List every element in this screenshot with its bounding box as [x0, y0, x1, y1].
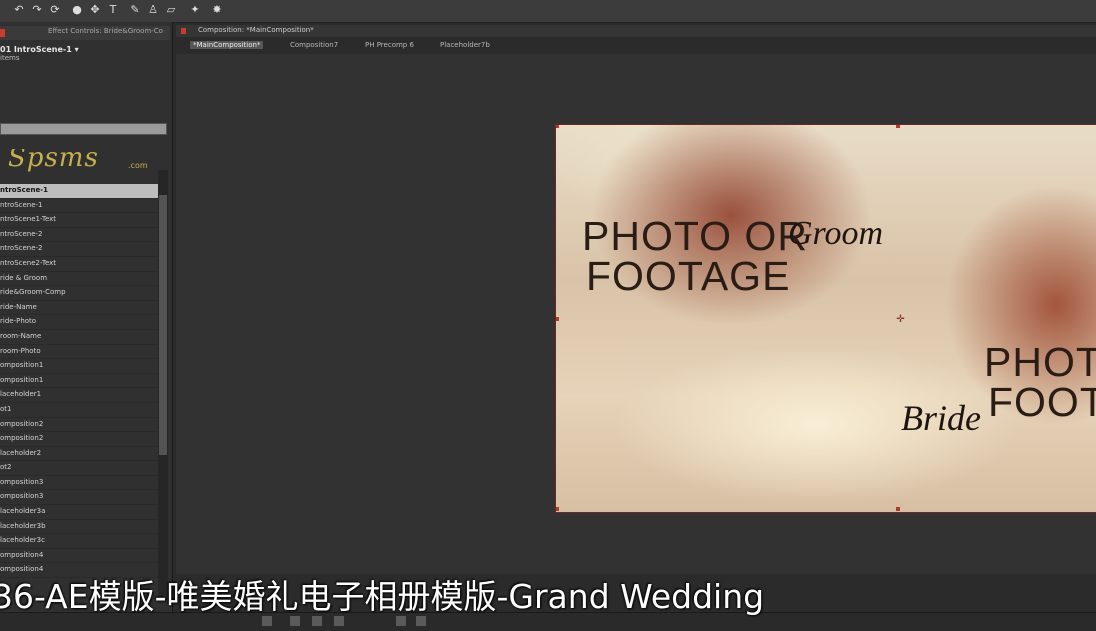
project-rows: ntroScene-1 ntroScene-1 ntroScene1-Text ntr… — [0, 184, 158, 579]
list-item[interactable]: laceholder2 — [0, 447, 158, 462]
list-item[interactable]: ntroScene-1 — [0, 184, 158, 199]
watermark-suffix: .com — [128, 161, 148, 170]
list-item[interactable]: ntroScene2-Text — [0, 257, 158, 272]
list-item[interactable]: ride&Groom-Comp — [0, 286, 158, 301]
close-icon[interactable] — [181, 28, 186, 34]
list-item[interactable]: omposition1 — [0, 374, 158, 389]
breadcrumb-item[interactable]: *MainComposition* — [190, 41, 264, 49]
bride-script-text: Bride — [901, 398, 981, 438]
text-icon[interactable]: T — [106, 3, 120, 17]
list-item[interactable]: ntroScene-1 — [0, 199, 158, 214]
placeholder-text-line4: FOOT — [988, 379, 1096, 425]
list-header: Spsms .com — [0, 149, 158, 175]
list-item[interactable]: laceholder3a — [0, 505, 158, 520]
search-input[interactable] — [0, 123, 167, 135]
watermark-logo: Spsms — [8, 149, 99, 173]
puppet-icon[interactable]: ✸ — [210, 3, 224, 17]
panel-tab-bar: Effect Controls: Bride&Groom-Co — [0, 26, 170, 40]
eraser-icon[interactable]: ▱ — [164, 3, 178, 17]
list-item[interactable]: ot1 — [0, 403, 158, 418]
anchor-point-icon[interactable]: ✛ — [896, 315, 905, 325]
breadcrumb-item[interactable]: Composition7 — [290, 41, 338, 49]
transform-handle[interactable] — [556, 507, 559, 511]
list-item[interactable]: ntroScene-2 — [0, 242, 158, 257]
video-subtitle: 36-AE模版-唯美婚礼电子相册模版-Grand Wedding — [0, 568, 1096, 616]
composition-frame[interactable]: PHOTO OR FOOTAGE Groom PHOT FOOT Bride ✛ — [555, 124, 1096, 513]
list-item[interactable]: omposition3 — [0, 476, 158, 491]
redo-icon[interactable]: ↷ — [30, 3, 44, 17]
list-item[interactable]: room-Name — [0, 330, 158, 345]
transform-handle[interactable] — [556, 317, 559, 321]
list-item[interactable]: ride-Photo — [0, 315, 158, 330]
list-item[interactable]: ntroScene1-Text — [0, 213, 158, 228]
scrollbar-thumb[interactable] — [159, 195, 167, 455]
list-item[interactable]: laceholder3b — [0, 520, 158, 535]
close-icon[interactable] — [0, 29, 5, 37]
toolbar: ↶ ↷ ⟳ ● ✥ T ✎ ♙ ▱ ✦ ✸ — [0, 0, 1096, 23]
breadcrumb-item[interactable]: PH Precomp 6 — [365, 41, 414, 49]
list-item[interactable]: omposition2 — [0, 432, 158, 447]
list-item[interactable]: omposition4 — [0, 549, 158, 564]
list-item[interactable]: laceholder3c — [0, 534, 158, 549]
transform-handle[interactable] — [896, 507, 900, 511]
composition-tab-bar: Composition: *MainComposition* — [176, 25, 1096, 37]
list-item[interactable]: ot2 — [0, 461, 158, 476]
subtitle-text: 36-AE模版-唯美婚礼电子相册模版-Grand Wedding — [0, 577, 765, 616]
rotate-icon[interactable]: ⟳ — [48, 3, 62, 17]
brush-icon[interactable]: ✎ — [128, 3, 142, 17]
list-item[interactable]: room-Photo — [0, 345, 158, 360]
tab-composition[interactable]: Composition: *MainComposition* — [198, 26, 314, 34]
groom-script-text: Groom — [788, 215, 884, 252]
placeholder-text-line2: FOOTAGE — [586, 253, 791, 299]
items-count: items — [0, 54, 20, 62]
project-panel: Effect Controls: Bride&Groom-Co 01 Intro… — [0, 22, 173, 630]
roto-icon[interactable]: ✦ — [188, 3, 202, 17]
undo-icon[interactable]: ↶ — [12, 3, 26, 17]
list-item[interactable]: ride-Name — [0, 301, 158, 316]
list-item[interactable]: ride & Groom — [0, 272, 158, 287]
scrollbar[interactable] — [158, 170, 168, 600]
list-item[interactable]: omposition1 — [0, 359, 158, 374]
transform-handle[interactable] — [556, 125, 559, 128]
pan-icon[interactable]: ✥ — [88, 3, 102, 17]
project-list: Spsms .com ntroScene-1 ntroScene-1 ntroSce… — [0, 149, 158, 579]
tab-effect-controls[interactable]: Effect Controls: Bride&Groom-Co — [48, 27, 163, 35]
list-item[interactable]: omposition2 — [0, 418, 158, 433]
list-item[interactable]: ntroScene-2 — [0, 228, 158, 243]
transform-handle[interactable] — [896, 125, 900, 128]
ellipse-icon[interactable]: ● — [70, 3, 84, 17]
breadcrumb-item[interactable]: Placeholder7b — [440, 41, 490, 49]
list-item[interactable]: laceholder1 — [0, 388, 158, 403]
project-title[interactable]: 01 IntroScene-1 ▾ — [0, 45, 79, 54]
list-item[interactable]: omposition3 — [0, 490, 158, 506]
stamp-icon[interactable]: ♙ — [146, 3, 160, 17]
